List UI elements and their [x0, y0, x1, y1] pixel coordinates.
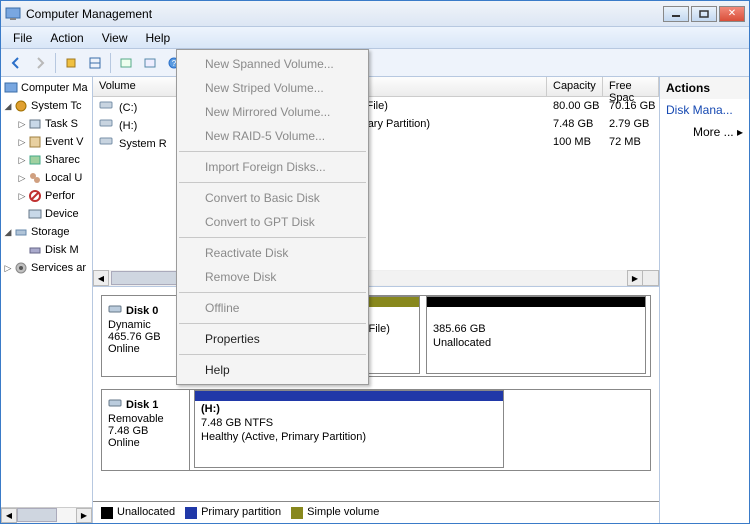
menu-action[interactable]: Action: [42, 29, 91, 47]
header-free[interactable]: Free Spac: [603, 77, 659, 96]
tree-item-icon: [27, 134, 43, 150]
toolbar-button-1[interactable]: [60, 52, 82, 74]
context-menu-item: Reactivate Disk: [177, 241, 368, 265]
context-menu-item: Convert to Basic Disk: [177, 186, 368, 210]
context-menu-item[interactable]: Properties: [177, 327, 368, 351]
tree-item-icon: [13, 98, 29, 114]
disk-icon: [108, 302, 122, 319]
close-button[interactable]: ✕: [719, 6, 745, 22]
navigation-tree[interactable]: Computer Ma ◢System Tc▷Task S▷Event V▷Sh…: [1, 77, 93, 523]
tree-item[interactable]: ◢System Tc: [1, 97, 92, 115]
tree-item[interactable]: ▷Event V: [1, 133, 92, 151]
drive-icon: [99, 135, 115, 147]
actions-pane: Actions Disk Mana... More ... ▸: [659, 77, 749, 523]
disk-1-info[interactable]: Disk 1 Removable 7.48 GB Online: [102, 390, 190, 470]
context-menu-item: New Striped Volume...: [177, 76, 368, 100]
toolbar-button-4[interactable]: [139, 52, 161, 74]
context-menu-item: New RAID-5 Volume...: [177, 124, 368, 148]
toolbar: ?: [1, 49, 749, 77]
header-capacity[interactable]: Capacity: [547, 77, 603, 96]
tree-item[interactable]: ▷Perfor: [1, 187, 92, 205]
back-button[interactable]: [5, 52, 27, 74]
refresh-button[interactable]: [115, 52, 137, 74]
disk-0-unallocated[interactable]: 385.66 GBUnallocated: [426, 296, 646, 374]
tree-item[interactable]: Device: [1, 205, 92, 223]
tree-item-icon: [27, 116, 43, 132]
menu-help[interactable]: Help: [138, 29, 179, 47]
app-icon: [5, 6, 21, 22]
drive-icon: [99, 117, 115, 129]
context-menu-item: Convert to GPT Disk: [177, 210, 368, 234]
forward-button[interactable]: [29, 52, 51, 74]
context-menu-item: Offline: [177, 296, 368, 320]
tree-item[interactable]: ▷Sharec: [1, 151, 92, 169]
menu-bar: File Action View Help: [1, 27, 749, 49]
title-bar: Computer Management ✕: [1, 1, 749, 27]
context-menu-item: Remove Disk: [177, 265, 368, 289]
tree-item-icon: [27, 152, 43, 168]
toolbar-button-2[interactable]: [84, 52, 106, 74]
context-menu-item: Import Foreign Disks...: [177, 155, 368, 179]
actions-header: Actions: [660, 77, 749, 99]
tree-item-icon: [27, 206, 43, 222]
tree-item[interactable]: ▷Task S: [1, 115, 92, 133]
tree-scrollbar[interactable]: ◀▶: [1, 507, 92, 523]
tree-item[interactable]: ▷Local U: [1, 169, 92, 187]
disk-1-row[interactable]: Disk 1 Removable 7.48 GB Online (H:) 7.4…: [101, 389, 651, 471]
drive-icon: [99, 99, 115, 111]
maximize-button[interactable]: [691, 6, 717, 22]
tree-root[interactable]: Computer Ma: [1, 79, 92, 97]
tree-item-icon: [27, 242, 43, 258]
tree-item-icon: [27, 170, 43, 186]
actions-more-link[interactable]: More ... ▸: [660, 121, 749, 143]
menu-view[interactable]: View: [94, 29, 136, 47]
minimize-button[interactable]: [663, 6, 689, 22]
legend: Unallocated Primary partition Simple vol…: [93, 501, 659, 523]
menu-file[interactable]: File: [5, 29, 40, 47]
context-menu-item: New Spanned Volume...: [177, 52, 368, 76]
disk-context-menu[interactable]: New Spanned Volume...New Striped Volume.…: [176, 49, 369, 385]
actions-disk-management-link[interactable]: Disk Mana...: [660, 99, 749, 121]
disk-icon: [108, 396, 122, 413]
tree-item[interactable]: ◢Storage: [1, 223, 92, 241]
window-title: Computer Management: [26, 7, 152, 21]
tree-item-icon: [27, 188, 43, 204]
tree-item-icon: [13, 224, 29, 240]
tree-item[interactable]: ▷Services ar: [1, 259, 92, 277]
disk-1-partition-h[interactable]: (H:) 7.48 GB NTFS Healthy (Active, Prima…: [194, 390, 504, 468]
context-menu-item: New Mirrored Volume...: [177, 100, 368, 124]
tree-item-icon: [13, 260, 29, 276]
tree-item[interactable]: Disk M: [1, 241, 92, 259]
context-menu-item[interactable]: Help: [177, 358, 368, 382]
